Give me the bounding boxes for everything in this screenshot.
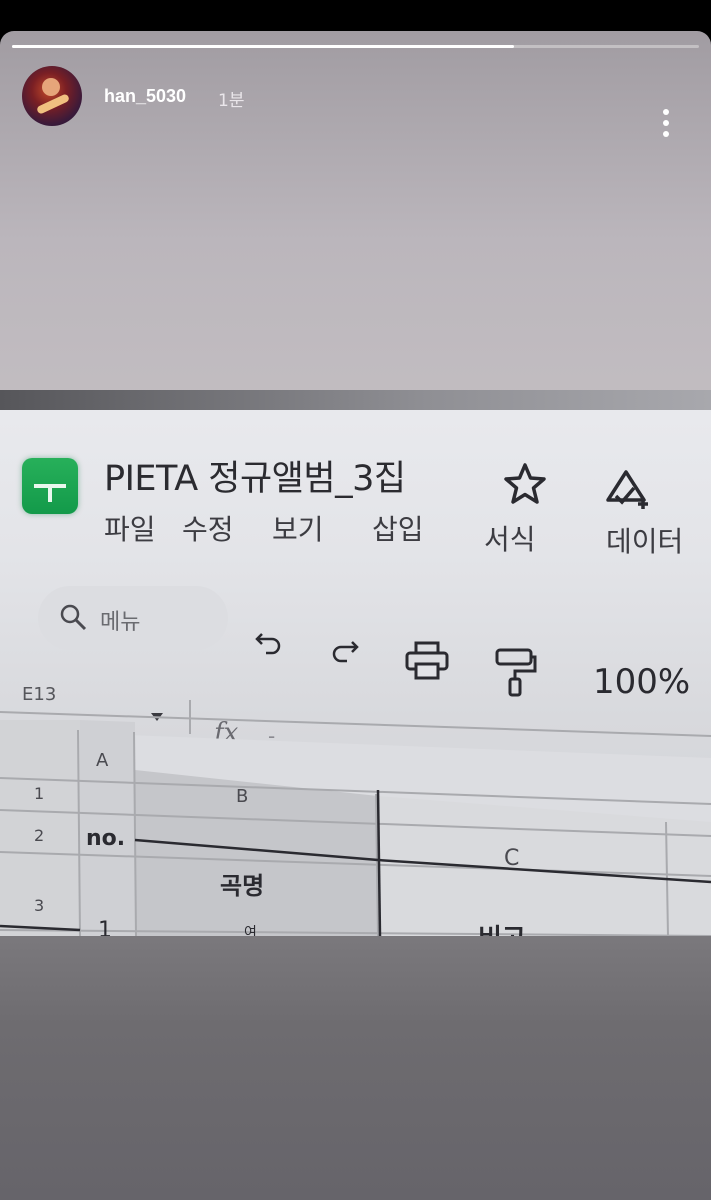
story-progress-bar [12,45,699,48]
header-cell-title[interactable]: 곡명 [220,866,264,901]
spreadsheet-grid [0,700,711,936]
more-vertical-icon[interactable] [654,109,678,143]
story-background [0,936,711,1200]
column-header-b[interactable]: B [236,786,248,807]
row-header-1[interactable]: 1 [34,784,44,803]
post-time: 1분 [218,91,245,111]
row-header-2[interactable]: 2 [34,826,44,845]
row-header-3[interactable]: 3 [34,896,44,915]
avatar[interactable] [22,66,82,126]
column-header-a[interactable]: A [96,750,108,771]
story-photo: PIETA 정규앨범_3집 파일 수정 보기 삽입 서식 데이터 메뉴 100%… [0,390,711,936]
cell-b3-partial[interactable]: 여 [244,926,257,936]
story-progress-fill [12,45,514,48]
story-frame: PIETA 정규앨범_3집 파일 수정 보기 삽입 서식 데이터 메뉴 100%… [0,31,711,1200]
column-header-c[interactable]: C [504,846,519,871]
header-cell-note[interactable]: 비고 [478,926,526,936]
cell-a3[interactable]: 1 [98,918,112,936]
username[interactable]: han_5030 [104,86,186,107]
header-cell-no[interactable]: no. [86,826,125,851]
